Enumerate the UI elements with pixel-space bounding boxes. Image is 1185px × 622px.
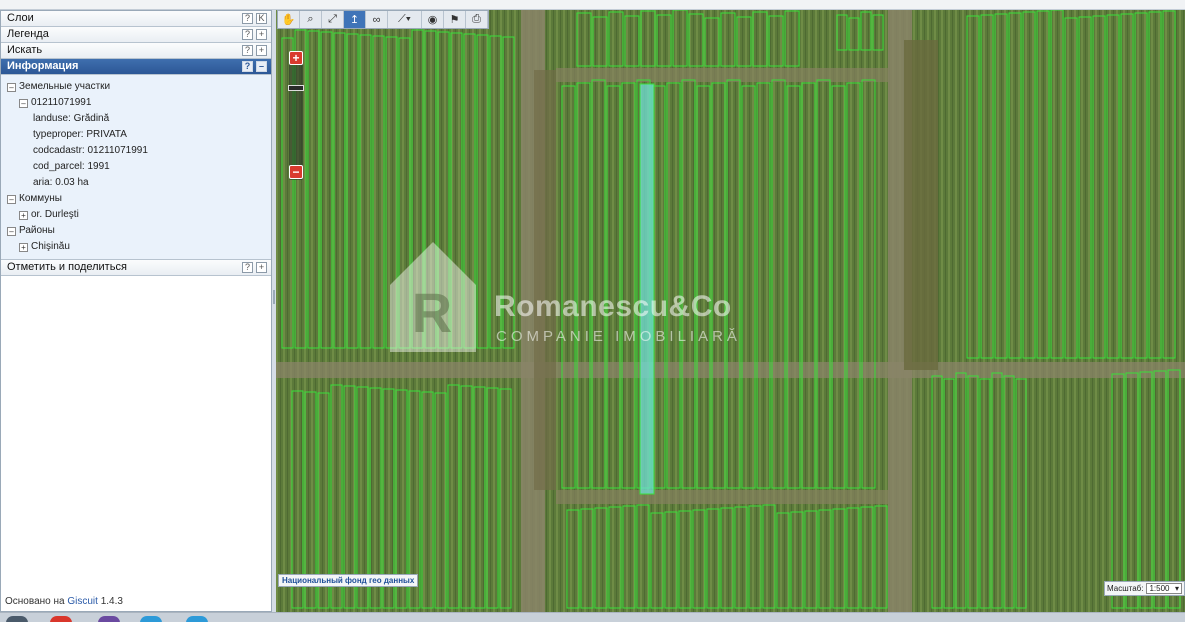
expand-button[interactable]: + (256, 29, 267, 40)
help-button[interactable]: ? (242, 45, 253, 56)
tree-label: 01211071991 (31, 97, 92, 108)
tree-node-parcel[interactable]: –01211071991 (19, 97, 91, 108)
identify-button[interactable]: ↥ (344, 11, 366, 28)
tree-label: or. Durleşti (31, 209, 79, 220)
expand-button[interactable]: + (256, 45, 267, 56)
footer-prefix: Основано на (5, 596, 65, 607)
zoom-box-button[interactable]: ⌕ (300, 11, 322, 28)
section-share-label: Отметить и поделиться (7, 261, 127, 273)
tree-node-communes[interactable]: – Коммуны (7, 193, 62, 204)
target-button[interactable]: ◉ (422, 11, 444, 28)
attr-typeproper: typeproper: PRIVATA (33, 129, 127, 140)
map-toolbar: ✋ ⌕ ⤢ ↥ ∞ ⟋▾ ◉ ⚑ ⎙ (277, 10, 489, 29)
section-legend[interactable]: Легенда ? + (1, 27, 271, 43)
measure-icon: ⟋▾ (397, 13, 412, 25)
footer: Основано на Giscuit 1.4.3 (5, 596, 123, 607)
app-window: Слои ? K Легенда ? + Искать ? + Информац… (0, 0, 1185, 622)
taskbar-browser-icon[interactable] (50, 616, 72, 622)
target-icon: ◉ (427, 14, 438, 26)
taskbar-start-icon[interactable] (6, 616, 28, 622)
taskbar-app-icon[interactable] (98, 616, 120, 622)
binoculars-button[interactable]: ∞ (366, 11, 388, 28)
zoom-slider[interactable] (289, 52, 303, 180)
left-panel: Слои ? K Легенда ? + Искать ? + Информац… (0, 10, 272, 612)
zoom-slider-handle[interactable] (288, 84, 304, 91)
full-extent-button[interactable]: ⤢ (322, 11, 344, 28)
scale-value: 1:500 (1149, 584, 1170, 593)
taskbar (0, 612, 1185, 622)
collapse-toggle-icon[interactable]: – (7, 195, 16, 204)
scale-label: Масштаб: (1107, 584, 1144, 593)
section-information-label: Информация (7, 60, 79, 72)
tree-label: Районы (19, 225, 55, 236)
help-button[interactable]: ? (242, 13, 253, 24)
tree-label: Земельные участки (19, 81, 111, 92)
section-search[interactable]: Искать ? + (1, 43, 271, 59)
tree-node-commune[interactable]: + or. Durleşti (19, 209, 79, 220)
identify-icon: ↥ (349, 14, 360, 26)
section-search-label: Искать (7, 44, 43, 56)
section-legend-label: Легенда (7, 28, 49, 40)
collapse-button[interactable]: – (256, 61, 267, 72)
tree-label: Chişinău (31, 241, 70, 252)
taskbar-app-icon[interactable] (140, 616, 162, 622)
help-button[interactable]: ? (242, 29, 253, 40)
flag-button[interactable]: ⚑ (444, 11, 466, 28)
attr-landuse: landuse: Grădină (33, 113, 110, 124)
browser-top-strip (0, 0, 1185, 10)
collapse-toggle-icon[interactable]: – (7, 83, 16, 92)
flag-icon: ⚑ (449, 14, 460, 26)
section-share[interactable]: Отметить и поделиться ? + (1, 260, 271, 276)
attr-codcadastr: codcadastr: 01211071991 (33, 145, 148, 156)
print-icon: ⎙ (472, 13, 481, 25)
tree-node-districts[interactable]: – Районы (7, 225, 55, 236)
full-extent-icon: ⤢ (328, 13, 337, 25)
expand-toggle-icon[interactable]: + (19, 243, 28, 252)
footer-version: 1.4.3 (100, 596, 123, 607)
scale-control: Масштаб: 1:500 ▾ (1104, 581, 1185, 596)
information-tree: – Земельные участки –01211071991 landuse:… (1, 75, 271, 260)
help-button[interactable]: ? (242, 61, 253, 72)
section-information[interactable]: Информация ? – (1, 59, 271, 75)
zoom-out-button[interactable]: − (289, 165, 303, 179)
tree-node-land-parcels[interactable]: – Земельные участки (7, 81, 110, 92)
print-button[interactable]: ⎙ (466, 11, 488, 28)
help-button[interactable]: ? (242, 262, 253, 273)
collapse-toggle-icon[interactable]: – (7, 227, 16, 236)
taskbar-app-icon[interactable] (186, 616, 208, 622)
satellite-imagery (276, 10, 1185, 612)
attr-cod-parcel: cod_parcel: 1991 (33, 161, 110, 172)
expand-button[interactable]: + (256, 262, 267, 273)
giscuit-link[interactable]: Giscuit (67, 596, 98, 607)
chevron-down-icon: ▾ (1174, 584, 1179, 593)
splitter-grip-icon[interactable] (273, 290, 275, 304)
expand-toggle-icon[interactable]: + (19, 211, 28, 220)
hand-icon: ✋ (281, 14, 296, 26)
zoom-box-icon: ⌕ (307, 13, 314, 25)
attribution-label: Национальный фонд гео данных (278, 574, 419, 587)
tree-label: Коммуны (19, 193, 62, 204)
selected-parcel[interactable] (639, 83, 655, 495)
section-layers-label: Слои (7, 12, 34, 24)
scale-select[interactable]: 1:500 ▾ (1146, 583, 1182, 594)
collapse-panel-button[interactable]: K (256, 13, 267, 24)
hand-button[interactable]: ✋ (278, 11, 300, 28)
measure-button[interactable]: ⟋▾ (388, 11, 422, 28)
map-canvas[interactable] (276, 10, 1185, 612)
tree-node-district[interactable]: + Chişinău (19, 241, 70, 252)
attr-aria: aria: 0.03 ha (33, 177, 89, 188)
collapse-toggle-icon[interactable]: – (19, 99, 28, 108)
section-layers[interactable]: Слои ? K (1, 11, 271, 27)
zoom-in-button[interactable]: + (289, 51, 303, 65)
binoculars-icon: ∞ (372, 13, 381, 26)
